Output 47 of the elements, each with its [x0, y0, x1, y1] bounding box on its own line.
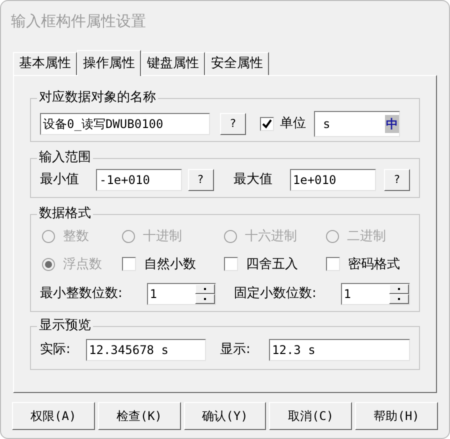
- checkbox-label: 密码格式: [348, 256, 400, 274]
- help-button[interactable]: ?: [188, 169, 214, 191]
- dialog-button[interactable]: 权限(A): [12, 402, 95, 430]
- help-button[interactable]: ?: [220, 113, 246, 135]
- checkbox-label: 四舍五入: [246, 256, 298, 274]
- dialog-button[interactable]: 取消(C): [269, 402, 352, 430]
- ime-icon: 中: [385, 115, 399, 133]
- shown-label: 显示:: [220, 341, 252, 360]
- group-title: 显示预览: [37, 318, 93, 334]
- spin-arrows-icon[interactable]: [389, 284, 409, 304]
- tab[interactable]: 基本属性: [13, 52, 77, 75]
- text-field[interactable]: 1e+010: [290, 169, 376, 191]
- dialog-button[interactable]: 帮助(H): [355, 402, 438, 430]
- radio-label: 二进制: [347, 228, 386, 246]
- actual-label: 实际:: [40, 341, 72, 360]
- min-int-label: 最小整数位数:: [40, 285, 124, 304]
- radio-label: 整数: [63, 228, 89, 246]
- checkbox[interactable]: [224, 257, 238, 272]
- text-field[interactable]: 12.3 s: [269, 339, 410, 361]
- text-field[interactable]: 12.345678 s: [86, 339, 206, 361]
- spin-field[interactable]: 1: [146, 283, 216, 305]
- group-title: 对应数据对象的名称: [37, 90, 158, 106]
- group-title: 数据格式: [37, 206, 93, 222]
- checkbox[interactable]: [260, 117, 274, 131]
- checkbox[interactable]: [326, 257, 340, 272]
- tab[interactable]: 操作属性: [77, 50, 141, 76]
- tab[interactable]: 安全属性: [205, 52, 269, 75]
- spin-arrows-icon[interactable]: [195, 284, 215, 304]
- max-label: 最大值: [234, 171, 274, 190]
- help-button[interactable]: ?: [384, 169, 410, 191]
- dialog-button[interactable]: 检查(K): [98, 402, 181, 430]
- fixed-dec-label: 固定小数位数:: [234, 285, 318, 304]
- min-label: 最小值: [40, 171, 80, 190]
- spin-field[interactable]: 1: [340, 283, 410, 305]
- radio-label: 十进制: [143, 228, 182, 246]
- dialog-button[interactable]: 确认(Y): [184, 402, 266, 430]
- tab[interactable]: 键盘属性: [141, 52, 205, 75]
- unit-label: 单位: [280, 115, 306, 134]
- checkbox-label: 自然小数: [144, 256, 196, 274]
- checkbox[interactable]: [122, 257, 136, 272]
- radio-label: 浮点数: [63, 256, 102, 274]
- text-field[interactable]: -1e+010: [96, 169, 182, 191]
- unit-field[interactable]: s 中: [314, 111, 400, 137]
- text-field[interactable]: 设备0_读写DWUB0100: [40, 113, 210, 135]
- group-title: 输入范围: [37, 150, 93, 166]
- window-title: 输入框构件属性设置: [10, 10, 147, 32]
- radio-label: 十六进制: [245, 228, 297, 246]
